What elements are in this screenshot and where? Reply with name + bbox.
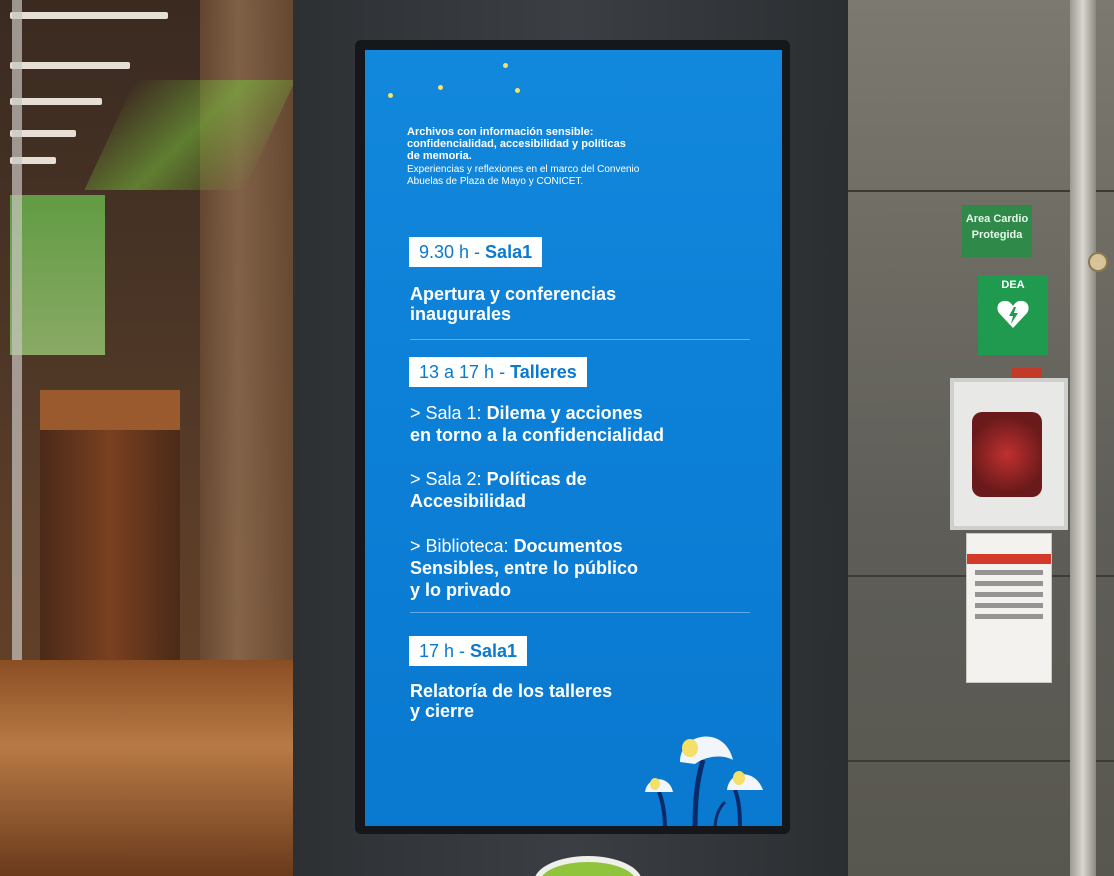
photo-scene: Area Cardio Protegida DEA Archivos con i… [0,0,1114,876]
session-title: Apertura y conferencias inaugurales [410,284,750,324]
intro-subtitle-line: Abuelas de Plaza de Mayo y CONICET. [407,176,584,187]
sign-line: Protegida [971,229,1023,241]
workshop-title-line: Políticas de [486,469,587,489]
session-time: 13 a 17 h - [419,362,511,382]
signage-screen: Archivos con información sensible: confi… [365,50,782,826]
session-title: Relatoría de los talleres y cierre [410,681,750,721]
aed-alarm-strip [1012,368,1042,378]
section-divider [410,339,750,340]
poster-line [975,581,1043,586]
session-title-line: inaugurales [410,304,512,324]
workshop-title-line: y lo privado [410,580,512,600]
sign-line: Area Cardio [965,213,1029,225]
workshop-item: > Biblioteca: Documentos Sensibles, entr… [410,535,760,601]
workshop-title-line: Accesibilidad [410,491,527,511]
session-time-badge: 13 a 17 h - Talleres [409,357,587,387]
session-time: 9.30 h - [419,242,486,262]
door-frame [1070,0,1096,876]
event-intro: Archivos con información sensible: confi… [407,126,757,188]
poster-line [975,603,1043,608]
intro-title-line: confidencialidad, accesibilidad y políti… [407,138,626,150]
session-title-line: y cierre [410,701,475,721]
section-divider [410,612,750,613]
session-title-line: Apertura y conferencias [410,284,617,304]
workshop-room: > Sala 2: [410,469,487,489]
session-place: Talleres [510,362,577,382]
workshop-room: > Sala 1: [410,403,487,423]
decorative-dot [438,85,443,90]
session-place: Sala1 [470,641,518,661]
session-place: Sala1 [485,242,533,262]
green-glass-panel [10,195,105,355]
aed-cabinet [950,378,1068,530]
poster-line [975,614,1043,619]
workshop-room: > Biblioteca: [410,536,514,556]
session-time-badge: 9.30 h - Sala1 [409,237,543,267]
reception-desk-top [40,390,180,430]
dea-label: DEA [1001,279,1025,291]
poster-line [975,570,1043,575]
reception-desk [40,390,180,670]
emergency-poster [966,533,1052,683]
workshop-title-line: Sensibles, entre lo público [410,558,639,578]
session-time-badge: 17 h - Sala1 [409,636,528,666]
workshop-title-line: en torno a la confidencialidad [410,425,665,445]
ceiling-light [10,98,102,105]
workshop-item: > Sala 2: Políticas de Accesibilidad [410,468,760,512]
cardio-protected-area-sign: Area Cardio Protegida [962,205,1032,257]
dea-sign: DEA [978,275,1048,355]
intro-subtitle-line: Experiencias y reflexiones en el marco d… [407,164,640,175]
poster-line [975,592,1043,597]
ceiling-light [10,62,130,69]
workshop-title-line: Documentos [513,536,623,556]
ceiling-light [10,12,168,19]
mushroom-illustration [645,736,763,826]
heart-defibrillator-icon [997,300,1029,328]
session-title-line: Relatoría de los talleres [410,681,613,701]
poster-band [967,554,1051,564]
decorative-dot [515,88,520,93]
aed-device [972,412,1042,497]
decorative-dot [503,63,508,68]
decorative-dot [388,93,393,98]
session-time: 17 h - [419,641,471,661]
intro-title-line: de memoria. [407,150,472,162]
intro-title-line: Archivos con información sensible: [407,126,594,138]
workshop-item: > Sala 1: Dilema y acciones en torno a l… [410,402,760,446]
door-knob [1088,252,1108,272]
wood-floor [0,660,300,876]
workshop-title-line: Dilema y acciones [486,403,643,423]
